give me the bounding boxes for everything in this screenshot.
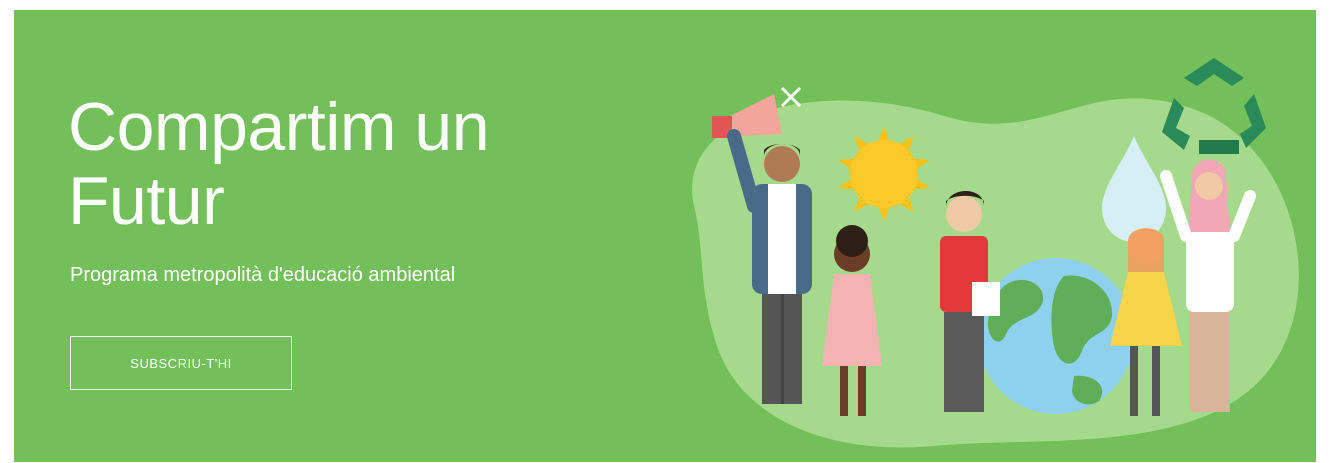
title-line-1: Compartim un xyxy=(68,89,490,165)
people-environment-illustration xyxy=(692,58,1299,448)
earth-globe-icon xyxy=(978,258,1134,414)
subscribe-button[interactable]: SUBSCRIU-T'HI xyxy=(70,336,292,390)
title-line-2: Futur xyxy=(68,163,225,239)
page-title: Compartim un Futur xyxy=(68,89,490,239)
page-subtitle: Programa metropolità d'educació ambienta… xyxy=(70,264,456,286)
hero-banner: Compartim un Futur Programa metropolità … xyxy=(14,10,1316,462)
